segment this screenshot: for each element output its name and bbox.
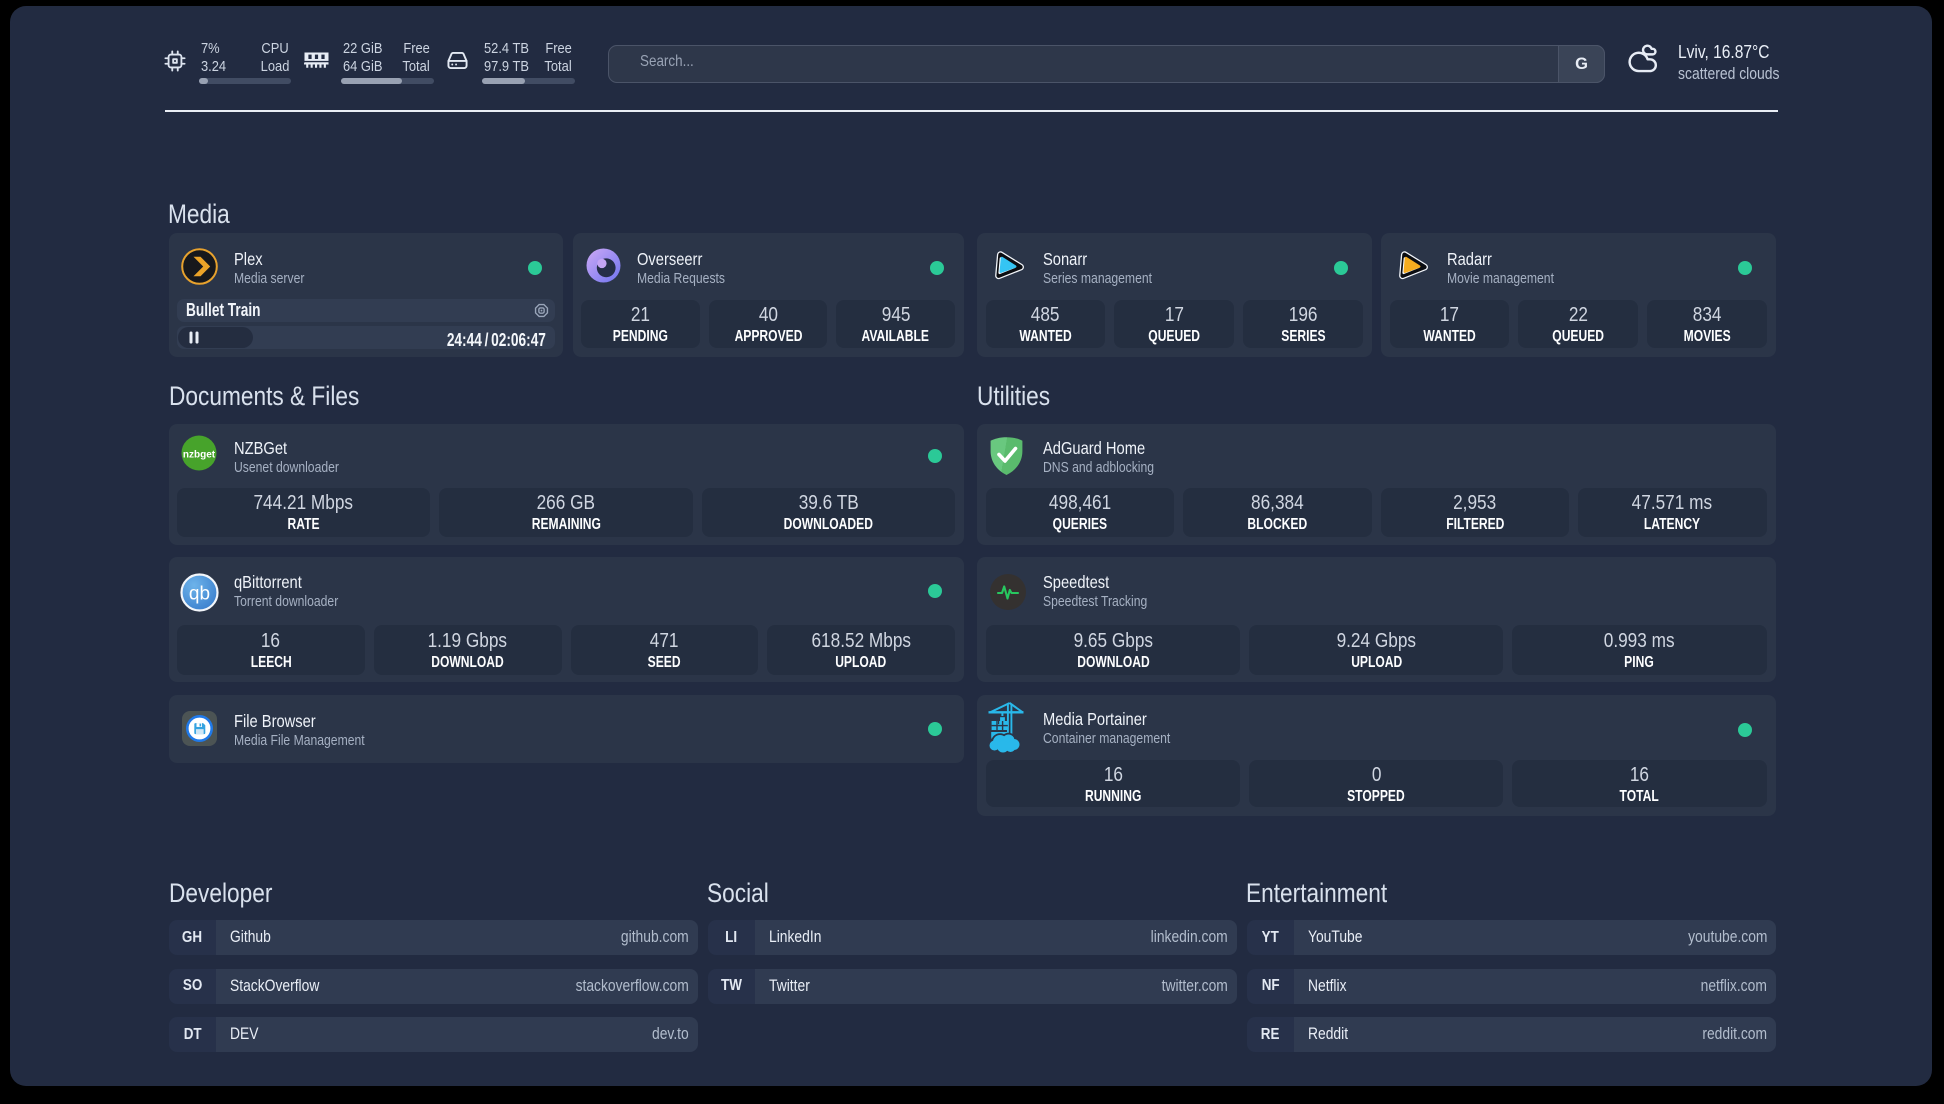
- svg-text:qb: qb: [189, 584, 210, 605]
- svg-text:nzbget: nzbget: [183, 450, 216, 461]
